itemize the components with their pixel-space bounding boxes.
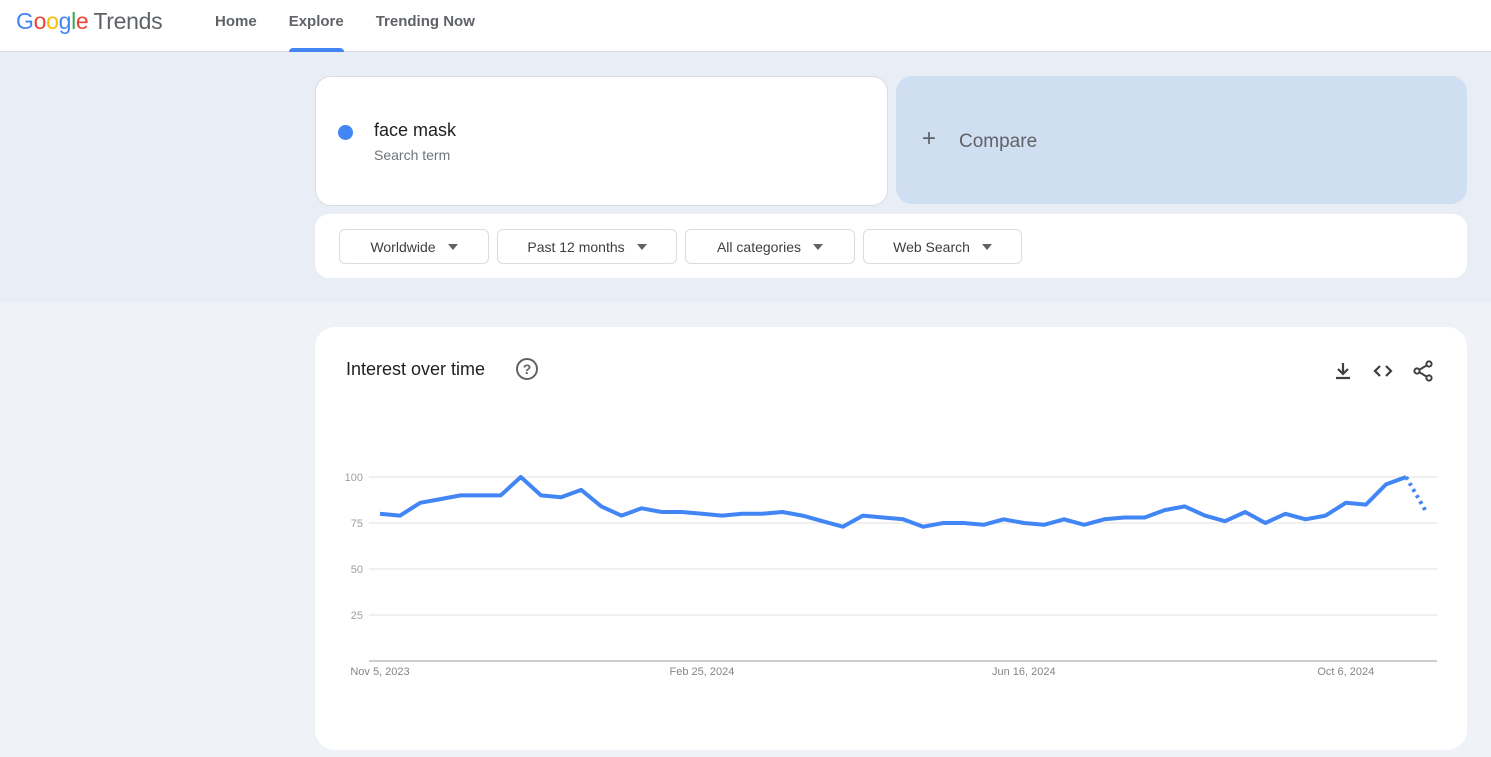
compare-button[interactable]: + Compare — [896, 76, 1467, 204]
y-tick-label: 100 — [345, 472, 363, 484]
main-nav: Home Explore Trending Now — [199, 0, 491, 52]
logo-letter: g — [58, 8, 72, 34]
filter-category-label: All categories — [716, 238, 802, 255]
interest-over-time-card: Interest over time ? 25 50 75 100 Nov 5, 20… — [315, 327, 1467, 750]
nav-explore[interactable]: Explore — [273, 0, 360, 52]
interest-line-chart: 25 50 75 100 Nov 5, 2023 Feb 25, 2024 Jun 16,… — [345, 472, 1437, 678]
y-tick-label: 50 — [351, 564, 363, 576]
y-tick-label: 25 — [351, 610, 363, 622]
filter-category[interactable]: All categories — [685, 229, 855, 264]
filter-location-label: Worldwide — [370, 238, 436, 255]
filter-time-range-label: Past 12 months — [527, 238, 625, 255]
series-color-dot — [338, 125, 353, 140]
compare-label: Compare — [959, 131, 1038, 152]
filter-time-range[interactable]: Past 12 months — [497, 229, 677, 264]
x-tick-label: Jun 16, 2024 — [992, 666, 1056, 678]
caret-down-icon — [636, 243, 647, 250]
x-tick-label: Nov 5, 2023 — [350, 666, 409, 678]
search-term-type: Search term — [374, 147, 451, 163]
filter-search-type[interactable]: Web Search — [863, 229, 1022, 264]
series-line-face-mask — [379, 475, 1407, 529]
caret-down-icon — [981, 243, 992, 250]
caret-down-icon — [447, 243, 458, 250]
filter-bar: Worldwide Past 12 months All categories … — [315, 214, 1467, 278]
filter-location[interactable]: Worldwide — [339, 229, 489, 264]
search-term-card[interactable]: face mask Search term — [315, 76, 888, 206]
y-tick-label: 75 — [351, 518, 363, 530]
google-trends-logo[interactable]: Google Trends — [16, 8, 163, 35]
nav-trending-now[interactable]: Trending Now — [360, 0, 491, 52]
x-tick-label: Oct 6, 2024 — [1317, 666, 1374, 678]
top-bar: Google Trends Home Explore Trending Now — [0, 0, 1491, 52]
plus-icon: + — [922, 125, 937, 152]
logo-product-name: Trends — [93, 8, 163, 34]
logo-letter: e — [75, 8, 89, 34]
caret-down-icon — [813, 243, 824, 250]
logo-letter: G — [16, 8, 34, 34]
filter-search-type-label: Web Search — [893, 238, 970, 255]
logo-letter: o — [33, 8, 47, 34]
logo-letter: o — [46, 8, 59, 34]
search-term-name[interactable]: face mask — [374, 120, 456, 141]
series-line-partial-segment — [1404, 476, 1428, 513]
x-tick-label: Feb 25, 2024 — [669, 666, 734, 678]
nav-home[interactable]: Home — [199, 0, 273, 52]
